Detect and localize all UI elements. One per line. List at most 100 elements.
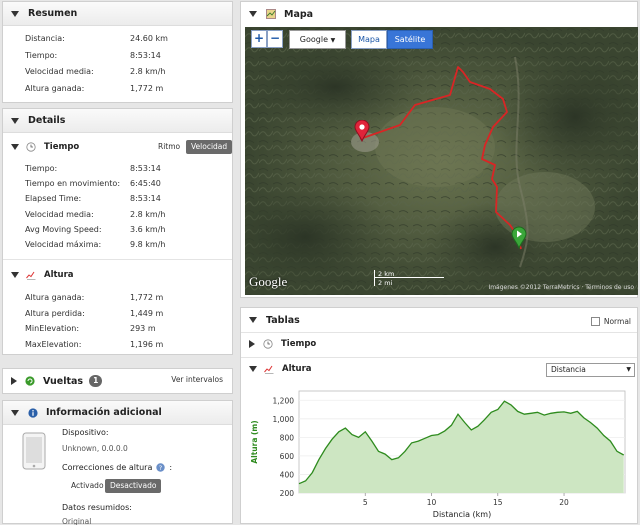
y-tick-label: 400: [280, 470, 295, 479]
map-provider-label: Google: [299, 35, 329, 44]
corrections-off-toggle[interactable]: Desactivado: [105, 479, 162, 493]
stat-label: Distancia:: [25, 34, 65, 43]
details-panel: Details Tiempo Ritmo Velocidad Tiempo: 8:…: [2, 108, 233, 355]
map-icon: [266, 9, 276, 19]
corrections-row: Correcciones de altura ? :: [62, 463, 172, 472]
divider: [3, 259, 232, 260]
elevation-icon: [26, 271, 36, 280]
laps-title: Vueltas: [43, 375, 84, 387]
normal-checkbox-row[interactable]: Normal: [590, 317, 631, 326]
collapse-triangle-icon[interactable]: [11, 10, 19, 17]
altitude-chart-header[interactable]: Altura: [249, 361, 312, 377]
normal-checkbox[interactable]: [590, 317, 600, 326]
collapse-triangle-icon[interactable]: [249, 317, 257, 323]
stat-value: 6:45:40: [130, 179, 161, 189]
stat-value: 1,772 m: [130, 293, 164, 302]
stat-label: Altura ganada:: [25, 293, 85, 302]
summary-panel: Resumen Distancia: 24.60 km Tiempo: 8:53:14…: [2, 1, 233, 103]
device-label: Dispositivo:: [62, 428, 109, 437]
map-header[interactable]: Mapa: [241, 2, 637, 26]
stat-value: 24.60 km: [130, 34, 168, 43]
satellite-map[interactable]: + − Google ▼ Mapa Satélite 2 km 2 mi Goo…: [245, 27, 638, 295]
extra-info-panel: Información adicional Dispositivo: Unkno…: [2, 400, 233, 525]
map-provider-select[interactable]: Google ▼: [289, 30, 346, 49]
x-tick-label: 10: [427, 498, 437, 507]
chevron-down-icon: ▼: [626, 366, 631, 373]
expand-triangle-icon[interactable]: [11, 377, 17, 385]
map-terrain: [245, 27, 638, 295]
laps-panel: Vueltas 1 Ver intervalos: [2, 368, 233, 394]
help-icon[interactable]: ?: [156, 463, 166, 472]
summary-header[interactable]: Resumen: [3, 2, 232, 26]
stat-value: 2.8 km/h: [130, 67, 166, 76]
stat-label: Tiempo:: [25, 164, 58, 173]
stat-value: 8:53:14: [130, 164, 161, 173]
stat-value: 293 m: [130, 324, 156, 333]
collapse-triangle-icon[interactable]: [11, 144, 19, 150]
map-type-button[interactable]: Mapa: [351, 30, 387, 49]
details-title: Details: [28, 115, 66, 126]
stat-value: 1,196 m: [130, 339, 164, 349]
start-marker-icon[interactable]: [354, 120, 370, 142]
time-section-title: Tiempo: [44, 142, 80, 152]
tables-panel: Tablas Normal Tiempo Altura Distancia ▼ …: [240, 307, 638, 524]
chevron-down-icon: ▼: [330, 37, 336, 44]
divider: [241, 357, 637, 358]
collapse-triangle-icon[interactable]: [249, 366, 257, 372]
x-axis-select-value: Distancia: [551, 365, 586, 374]
collapse-triangle-icon[interactable]: [11, 409, 19, 416]
stat-value: 1,449 m: [130, 308, 164, 318]
x-tick-label: 20: [559, 498, 569, 507]
elevation-icon: [264, 365, 274, 374]
view-intervals-link[interactable]: Ver intervalos: [171, 375, 223, 384]
extra-info-header[interactable]: Información adicional: [3, 401, 232, 425]
stat-label: Altura ganada:: [25, 83, 85, 93]
stat-value: 8:53:14: [130, 194, 161, 204]
details-header[interactable]: Details: [3, 109, 232, 133]
device-phone-icon: [22, 432, 46, 470]
y-axis-label: Altura (m): [250, 420, 259, 463]
time-section-header[interactable]: Tiempo: [11, 139, 79, 155]
summary-data-label: Datos resumidos:: [62, 503, 132, 512]
tables-header[interactable]: Tablas: [241, 308, 637, 332]
stat-label: Tiempo en movimiento:: [25, 179, 121, 189]
time-chart-header[interactable]: Tiempo: [249, 336, 316, 352]
pace-toggle[interactable]: Ritmo: [153, 140, 185, 154]
map-title: Mapa: [284, 8, 314, 20]
stat-label: MaxElevation:: [25, 339, 82, 349]
x-tick-label: 5: [363, 498, 368, 507]
stat-value: 2.8 km/h: [130, 209, 166, 219]
clock-icon: [26, 142, 36, 152]
map-scale: 2 km 2 mi: [374, 270, 446, 288]
y-tick-label: 200: [280, 489, 295, 498]
zoom-out-button[interactable]: −: [267, 30, 283, 48]
collapse-triangle-icon[interactable]: [11, 272, 19, 278]
speed-toggle[interactable]: Velocidad: [186, 140, 233, 154]
stat-value: 9.8 km/h: [130, 240, 166, 249]
map-attribution[interactable]: Imágenes ©2012 TerraMetrics · Términos d…: [488, 284, 634, 291]
stat-label: MinElevation:: [25, 324, 80, 333]
expand-triangle-icon[interactable]: [249, 340, 255, 348]
collapse-triangle-icon[interactable]: [249, 11, 257, 17]
altitude-section-header[interactable]: Altura: [11, 267, 74, 283]
stat-label: Elapsed Time:: [25, 194, 82, 204]
stat-value: 8:53:14: [130, 50, 161, 60]
elevation-chart: 200 400 600 800 1,000 1,200 5 10 15 20 Distancia (…: [250, 390, 626, 519]
x-axis-select[interactable]: Distancia ▼: [546, 363, 635, 377]
zoom-in-button[interactable]: +: [251, 30, 267, 48]
end-marker-icon[interactable]: [511, 226, 527, 249]
time-chart-title: Tiempo: [281, 339, 317, 349]
scale-mi: 2 mi: [378, 279, 393, 287]
corrections-on-toggle[interactable]: Activado: [66, 479, 109, 493]
x-axis-label: Distancia (km): [433, 510, 491, 519]
corrections-label: Correcciones de altura: [62, 463, 153, 472]
collapse-triangle-icon[interactable]: [11, 117, 19, 124]
y-tick-label: 800: [280, 433, 295, 442]
google-logo: Google: [249, 274, 288, 289]
satellite-type-button[interactable]: Satélite: [387, 30, 433, 49]
stat-value: 1,772 m: [130, 83, 164, 93]
y-tick-label: 1,200: [273, 396, 295, 405]
altitude-section-title: Altura: [44, 270, 74, 280]
stat-label: Velocidad media:: [25, 209, 94, 219]
clock-icon: [263, 339, 273, 349]
